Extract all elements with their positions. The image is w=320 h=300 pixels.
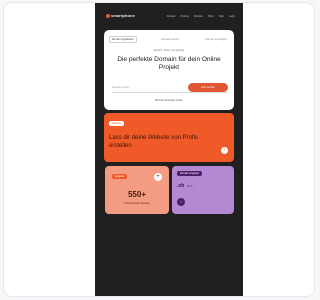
nav-link-help[interactable]: Help (219, 15, 224, 18)
website-promo-card[interactable]: Website Lass dir deine Website von Profi… (104, 113, 234, 162)
domain-offer-card[interactable]: Domain-Angebot .ch ab 0.– › (172, 166, 234, 214)
price-card[interactable]: Angebot + 550+ Professionelle Website (105, 166, 169, 214)
arrow-right-icon[interactable]: › (177, 198, 185, 206)
domain-search: Domain suchen Jetzt suchen (112, 82, 228, 93)
top-nav: smartphone Domain Hosting Website Shop H… (95, 3, 243, 29)
promo-title: Lass dir deine Website von Profis erstel… (109, 135, 198, 149)
domain-price: .ch ab 0.– (177, 183, 194, 189)
plus-icon[interactable]: + (154, 173, 162, 181)
nav-link-login[interactable]: Login (229, 15, 235, 18)
nav-link-website[interactable]: Website (194, 15, 203, 18)
nav-link-shop[interactable]: Shop (208, 15, 214, 18)
promo-badge: Website (109, 121, 124, 126)
tab-register[interactable]: Domain registrieren (109, 35, 137, 43)
tab-add[interactable]: Domain hinzufügen (203, 37, 229, 42)
domain-badge: Domain-Angebot (177, 171, 202, 176)
arrow-right-icon[interactable]: › (221, 147, 228, 154)
logo-dot-icon (106, 13, 110, 18)
hero-card: Domain registrieren Domain transfer Doma… (104, 30, 234, 110)
logo[interactable]: smartphone (106, 13, 135, 18)
hero-kicker: Einfach, sicher und günstig (153, 49, 185, 52)
search-button[interactable]: Jetzt suchen (188, 82, 228, 92)
multi-domain-link[interactable]: Mehrere Domains prüfen (104, 99, 234, 102)
price-badge: Angebot (112, 174, 128, 179)
domain-tld: .ch (177, 183, 185, 189)
tab-transfer[interactable]: Domain transfer (159, 37, 181, 42)
nav-link-hosting[interactable]: Hosting (180, 15, 188, 18)
mobile-preview: smartphone Domain Hosting Website Shop H… (95, 3, 243, 296)
hero-title: Die perfekte Domain für dein Online Proj… (117, 56, 221, 71)
domain-search-input[interactable]: Domain suchen (112, 86, 188, 89)
preview-card: smartphone Domain Hosting Website Shop H… (3, 2, 315, 297)
price-note: Professionelle Website (124, 202, 150, 205)
domain-price-note: ab 0.– (187, 185, 195, 188)
logo-text: smartphone (111, 13, 135, 18)
price-value: 550+ (127, 190, 147, 199)
nav-link-domain[interactable]: Domain (167, 15, 176, 18)
hero-tabs: Domain registrieren Domain transfer Doma… (109, 34, 229, 44)
nav-links: Domain Hosting Website Shop Help Login (167, 15, 235, 18)
